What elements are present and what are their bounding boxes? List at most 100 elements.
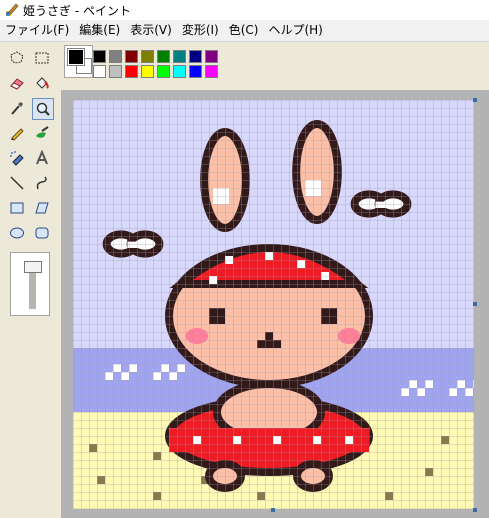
eye-right [321,308,337,324]
paint-bucket-icon [36,77,49,89]
tool-eraser[interactable] [7,73,29,95]
zoom-level-slider[interactable] [24,261,42,273]
palette-color-swatch[interactable] [189,50,202,63]
ear-inner-right [305,180,321,196]
tool-pencil[interactable] [7,123,29,145]
tool-options-panel[interactable] [10,252,50,316]
palette-color-swatch[interactable] [93,50,106,63]
pencil-icon [11,128,24,141]
menu-edit[interactable]: 編集(E) [74,21,125,40]
palette-color-swatch[interactable] [173,50,186,63]
sand-pebble [153,452,161,460]
brush-icon [36,126,49,138]
tool-polygon[interactable] [32,198,54,220]
tool-rectangle[interactable] [7,198,29,220]
menu-help[interactable]: ヘルプ(H) [263,21,327,40]
tool-free-form-select[interactable] [7,48,29,70]
hat-dot [225,256,233,264]
palette-color-swatch[interactable] [93,65,106,78]
select-rect-icon [35,52,49,64]
menu-colors[interactable]: 色(C) [224,21,264,40]
title-bar: 姫うさぎ - ペイント [0,0,489,20]
ring-dot [345,436,353,444]
palette-color-swatch[interactable] [205,50,218,63]
sand-pebble [97,476,105,484]
tool-text[interactable] [32,148,54,170]
ring-dot [313,436,321,444]
tool-line[interactable] [7,173,29,195]
menu-file[interactable]: ファイル(F) [0,21,74,40]
canvas-area [61,90,489,518]
palette-color-swatch[interactable] [157,50,170,63]
tool-fill[interactable] [32,73,54,95]
text-A-icon [36,150,48,165]
palette-color-swatch[interactable] [125,65,138,78]
resize-handle-right[interactable] [473,302,477,306]
wave-mark [449,388,457,396]
ring-dot [233,436,241,444]
palette-color-swatch[interactable] [205,65,218,78]
menu-view[interactable]: 表示(V) [125,21,177,40]
sand-pebble [425,468,433,476]
foreground-color-swatch[interactable] [67,48,85,66]
wave-mark [401,388,409,396]
tool-pick-color[interactable] [7,98,29,120]
hat-dot [265,252,273,260]
tool-magnifier[interactable] [32,98,54,120]
tool-rounded-rectangle[interactable] [32,223,54,245]
bunny-ear-right [292,120,342,224]
ear-inner-left [213,188,229,204]
palette-color-swatch[interactable] [109,50,122,63]
current-colors[interactable] [64,45,93,78]
hat-dot [209,276,217,284]
wave-mark [153,372,161,380]
magnifier-icon [36,102,50,116]
palette-color-swatch[interactable] [189,65,202,78]
rounded-rect-icon [35,227,49,239]
toolbox [0,42,61,518]
sand-pebble [89,444,97,452]
menu-bar: ファイル(F) 編集(E) 表示(V) 変形(I) 色(C) ヘルプ(H) [0,20,489,42]
hat-dot [297,260,305,268]
tool-airbrush[interactable] [7,148,29,170]
polygon-icon [35,202,49,214]
tool-curve[interactable] [32,173,54,195]
tool-ellipse[interactable] [7,223,29,245]
menu-image[interactable]: 変形(I) [177,21,224,40]
rectangle-icon [10,202,24,214]
resize-handle-bottom[interactable] [271,508,275,512]
palette-color-swatch[interactable] [141,65,154,78]
tool-brush[interactable] [32,123,54,145]
palette-color-swatch[interactable] [125,50,138,63]
bunny-ear-left [200,128,250,232]
lasso-icon [10,51,24,64]
palette-color-swatch[interactable] [173,65,186,78]
palette-color-swatch[interactable] [141,50,154,63]
wave-mark [105,372,113,380]
airbrush-icon [10,151,24,166]
color-box [61,42,489,90]
sand-pebble [257,492,265,500]
curve-icon [36,176,47,190]
line-icon [10,176,24,190]
sand-pebble [441,436,449,444]
cheek-right [337,328,361,344]
resize-handle-top-right[interactable] [473,98,477,102]
paint-app-icon [6,3,19,16]
eye-left [209,308,225,324]
ellipse-icon [10,227,24,239]
mouth [265,332,273,348]
eyedropper-icon [11,102,23,115]
ring-dot [193,436,201,444]
eraser-icon [10,78,24,90]
cheek-left [185,328,209,344]
pixel-art-bunny-swim-ring [73,100,474,509]
ring-dot [273,436,281,444]
palette-color-swatch[interactable] [157,65,170,78]
palette-color-swatch[interactable] [109,65,122,78]
window-title: 姫うさぎ - ペイント [23,3,131,18]
sand-pebble [385,492,393,500]
tool-rect-select[interactable] [32,48,54,70]
drawing-canvas[interactable] [73,100,474,509]
resize-handle-bottom-right[interactable] [473,508,477,512]
